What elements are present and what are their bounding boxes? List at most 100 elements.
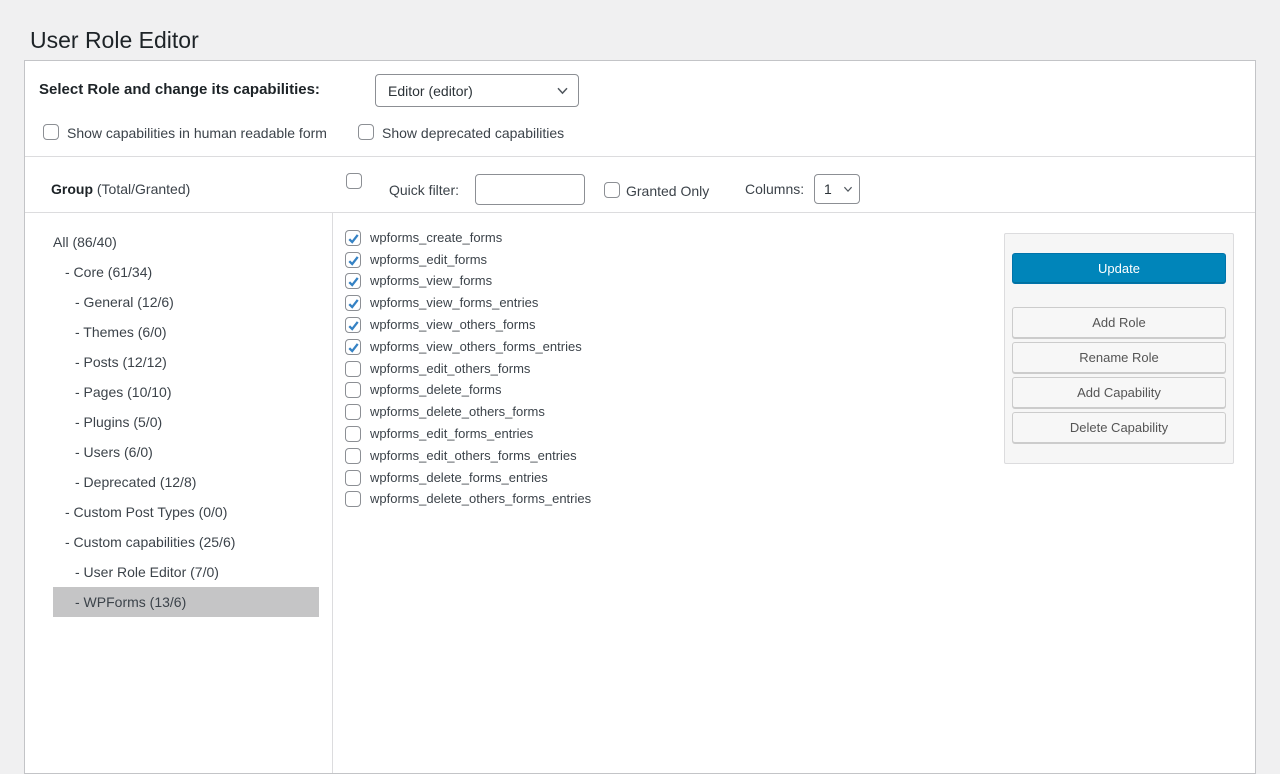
group-tree-item[interactable]: - Plugins (5/0) — [53, 407, 319, 437]
capability-checkbox[interactable] — [345, 295, 361, 311]
capability-row: wpforms_view_others_forms_entries — [345, 336, 591, 358]
capability-label: wpforms_edit_others_forms — [370, 361, 530, 377]
select-all-checkbox[interactable] — [346, 173, 362, 189]
divider — [25, 212, 1255, 213]
check-icon — [347, 297, 360, 310]
check-icon — [347, 319, 360, 332]
group-tree-item-label: - User Role Editor (7/0) — [75, 564, 219, 580]
role-select-label: Select Role and change its capabilities: — [39, 80, 320, 100]
capability-row: wpforms_view_forms_entries — [345, 292, 591, 314]
divider — [25, 156, 1255, 157]
capability-label: wpforms_delete_forms_entries — [370, 470, 548, 486]
group-tree-item-label: All (86/40) — [53, 234, 117, 250]
capability-row: wpforms_delete_others_forms_entries — [345, 489, 591, 511]
human-readable-checkbox[interactable] — [43, 124, 59, 140]
capability-label: wpforms_delete_forms — [370, 382, 502, 398]
columns-select-value: 1 — [824, 181, 832, 197]
capability-checkbox[interactable] — [345, 404, 361, 420]
group-tree-item-label: - Deprecated (12/8) — [75, 474, 196, 490]
group-tree-item[interactable]: - Custom Post Types (0/0) — [53, 497, 319, 527]
capability-checkbox[interactable] — [345, 382, 361, 398]
columns-label: Columns: — [745, 181, 804, 197]
update-button[interactable]: Update — [1012, 253, 1226, 284]
group-tree-item[interactable]: - WPForms (13/6) — [53, 587, 319, 617]
capability-checkbox[interactable] — [345, 448, 361, 464]
actions-panel: Update Add Role Rename Role Add Capabili… — [1004, 233, 1234, 464]
group-tree-item[interactable]: - Core (61/34) — [53, 257, 319, 287]
group-header-title: Group — [51, 181, 93, 197]
group-tree-item[interactable]: All (86/40) — [53, 227, 319, 257]
capability-label: wpforms_edit_forms — [370, 252, 487, 268]
capability-checkbox[interactable] — [345, 339, 361, 355]
capability-row: wpforms_view_forms — [345, 271, 591, 293]
capability-row: wpforms_delete_forms_entries — [345, 467, 591, 489]
check-icon — [347, 275, 360, 288]
capability-row: wpforms_delete_forms — [345, 380, 591, 402]
group-tree-item-label: - Users (6/0) — [75, 444, 153, 460]
add-role-button[interactable]: Add Role — [1012, 307, 1226, 338]
vertical-divider — [332, 212, 333, 773]
capability-label: wpforms_delete_others_forms_entries — [370, 491, 591, 507]
capability-checkbox[interactable] — [345, 426, 361, 442]
group-tree-item-label: - Custom capabilities (25/6) — [65, 534, 235, 550]
group-tree-item-label: - Themes (6/0) — [75, 324, 167, 340]
role-select-value: Editor (editor) — [388, 83, 473, 99]
capability-label: wpforms_delete_others_forms — [370, 404, 545, 420]
add-capability-button[interactable]: Add Capability — [1012, 377, 1226, 408]
group-tree-item-label: - Posts (12/12) — [75, 354, 167, 370]
group-tree-item[interactable]: - Themes (6/0) — [53, 317, 319, 347]
capability-checkbox[interactable] — [345, 491, 361, 507]
capability-checkbox[interactable] — [345, 470, 361, 486]
group-tree-item-label: - Custom Post Types (0/0) — [65, 504, 227, 520]
group-tree-item[interactable]: - Users (6/0) — [53, 437, 319, 467]
capability-checkbox[interactable] — [345, 230, 361, 246]
capability-label: wpforms_view_others_forms — [370, 317, 535, 333]
capability-checkbox[interactable] — [345, 252, 361, 268]
capability-row: wpforms_view_others_forms — [345, 314, 591, 336]
capability-row: wpforms_create_forms — [345, 227, 591, 249]
human-readable-label: Show capabilities in human readable form — [67, 125, 327, 141]
columns-select[interactable]: 1 — [814, 174, 860, 204]
capability-row: wpforms_edit_others_forms — [345, 358, 591, 380]
granted-only-checkbox[interactable] — [604, 182, 620, 198]
group-tree-item[interactable]: - Posts (12/12) — [53, 347, 319, 377]
capability-checkbox[interactable] — [345, 317, 361, 333]
check-icon — [347, 254, 360, 267]
group-header: Group (Total/Granted) — [51, 181, 190, 198]
group-tree-item[interactable]: - General (12/6) — [53, 287, 319, 317]
group-tree-item-label: - Pages (10/10) — [75, 384, 172, 400]
chevron-down-icon — [555, 83, 570, 98]
deprecated-checkbox[interactable] — [358, 124, 374, 140]
page-title: User Role Editor — [30, 27, 199, 54]
group-tree-item-label: - WPForms (13/6) — [75, 594, 186, 610]
group-header-suffix: (Total/Granted) — [93, 181, 190, 197]
quick-filter-input[interactable] — [475, 174, 585, 205]
capability-label: wpforms_create_forms — [370, 230, 502, 246]
group-tree-item-label: - General (12/6) — [75, 294, 174, 310]
capability-label: wpforms_view_forms — [370, 273, 492, 289]
group-tree-item-label: - Plugins (5/0) — [75, 414, 162, 430]
main-panel: Select Role and change its capabilities:… — [24, 60, 1256, 774]
quick-filter-label: Quick filter: — [389, 182, 459, 198]
capability-row: wpforms_delete_others_forms — [345, 401, 591, 423]
group-tree-item[interactable]: - Custom capabilities (25/6) — [53, 527, 319, 557]
capability-checkbox[interactable] — [345, 361, 361, 377]
capability-row: wpforms_edit_forms — [345, 249, 591, 271]
rename-role-button[interactable]: Rename Role — [1012, 342, 1226, 373]
deprecated-label: Show deprecated capabilities — [382, 125, 564, 141]
capability-checkbox[interactable] — [345, 273, 361, 289]
delete-capability-button[interactable]: Delete Capability — [1012, 412, 1226, 443]
check-icon — [347, 341, 360, 354]
capability-label: wpforms_edit_forms_entries — [370, 426, 533, 442]
capability-row: wpforms_edit_forms_entries — [345, 423, 591, 445]
group-tree-item[interactable]: - User Role Editor (7/0) — [53, 557, 319, 587]
capability-label: wpforms_view_others_forms_entries — [370, 339, 582, 355]
group-tree: All (86/40) - Core (61/34) - General (12… — [25, 227, 332, 617]
capability-label: wpforms_edit_others_forms_entries — [370, 448, 577, 464]
group-tree-item[interactable]: - Deprecated (12/8) — [53, 467, 319, 497]
capability-list: wpforms_create_forms wpforms_edit_forms … — [345, 227, 591, 510]
group-tree-item[interactable]: - Pages (10/10) — [53, 377, 319, 407]
capability-row: wpforms_edit_others_forms_entries — [345, 445, 591, 467]
check-icon — [347, 232, 360, 245]
role-select[interactable]: Editor (editor) — [375, 74, 579, 107]
